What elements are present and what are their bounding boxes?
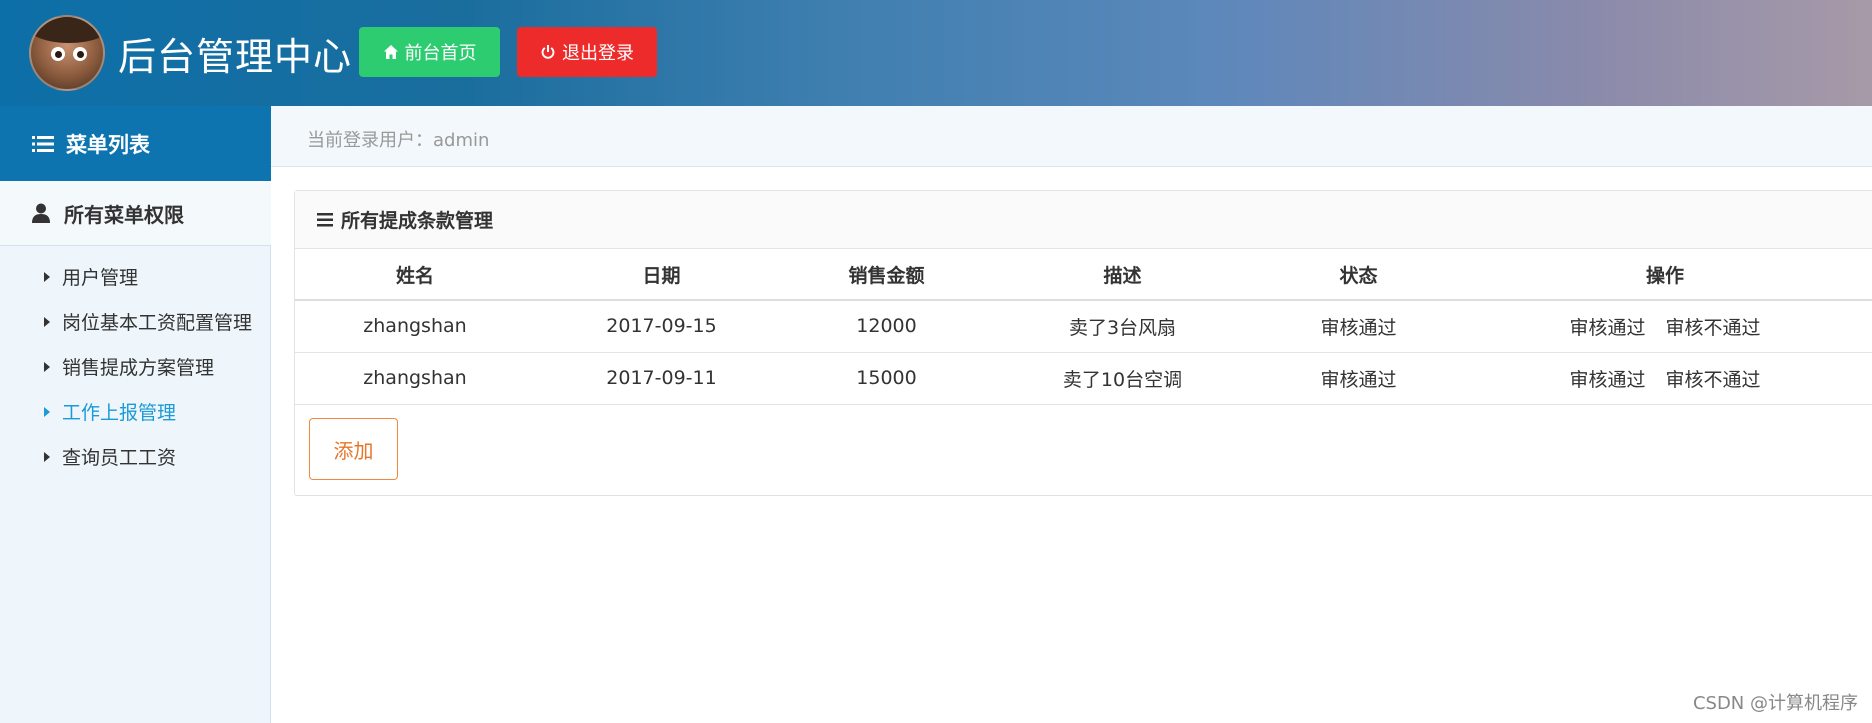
column-header-status: 状态 bbox=[1260, 249, 1457, 301]
column-header-description: 描述 bbox=[985, 249, 1260, 301]
commission-table: 姓名 日期 销售金额 描述 状态 操作 zhangshan 2017-09-15… bbox=[295, 249, 1872, 405]
power-icon bbox=[541, 45, 555, 59]
sidebar-item-user-management[interactable]: 用户管理 bbox=[0, 254, 271, 299]
sidebar-item-commission-plan[interactable]: 销售提成方案管理 bbox=[0, 344, 271, 389]
cell-status: 审核通过 bbox=[1260, 300, 1457, 353]
sidebar-item-label: 用户管理 bbox=[62, 267, 139, 289]
column-header-date: 日期 bbox=[535, 249, 788, 301]
sidebar-item-label: 销售提成方案管理 bbox=[62, 357, 215, 379]
current-user-bar: 当前登录用户：admin bbox=[271, 106, 1872, 167]
cell-amount: 12000 bbox=[788, 300, 985, 353]
home-button[interactable]: 前台首页 bbox=[359, 27, 500, 77]
home-button-label: 前台首页 bbox=[404, 43, 477, 64]
panel-title: 所有提成条款管理 bbox=[341, 210, 494, 232]
reject-link[interactable]: 审核不通过 bbox=[1666, 369, 1761, 391]
watermark: CSDN @计算机程序 bbox=[1692, 693, 1858, 714]
menu-list: 用户管理 岗位基本工资配置管理 销售提成方案管理 工作上报管理 查询员工工资 bbox=[0, 254, 271, 479]
table-header-row: 姓名 日期 销售金额 描述 状态 操作 bbox=[295, 249, 1872, 301]
logout-button[interactable]: 退出登录 bbox=[517, 27, 657, 77]
logout-button-label: 退出登录 bbox=[562, 43, 634, 64]
menu-group-label: 所有菜单权限 bbox=[64, 202, 184, 227]
caret-right-icon bbox=[44, 406, 50, 417]
sidebar-item-work-report[interactable]: 工作上报管理 bbox=[0, 389, 271, 434]
current-user-text: 当前登录用户：admin bbox=[307, 130, 490, 151]
cell-actions: 审核通过 审核不通过 bbox=[1457, 300, 1872, 353]
cell-date: 2017-09-11 bbox=[535, 352, 788, 405]
caret-right-icon bbox=[44, 316, 50, 327]
caret-right-icon bbox=[44, 361, 50, 372]
home-icon bbox=[383, 45, 398, 59]
site-title: 后台管理中心 bbox=[118, 35, 353, 79]
commission-panel: 所有提成条款管理 姓名 日期 销售金额 描述 状态 操作 zhangshan 2… bbox=[294, 190, 1872, 496]
add-button[interactable]: 添加 bbox=[309, 418, 398, 480]
panel-header: 所有提成条款管理 bbox=[295, 191, 1872, 249]
approve-link[interactable]: 审核通过 bbox=[1569, 369, 1645, 391]
cell-status: 审核通过 bbox=[1260, 352, 1457, 405]
cell-description: 卖了10台空调 bbox=[985, 352, 1260, 405]
cell-amount: 15000 bbox=[788, 352, 985, 405]
menu-list-title: 菜单列表 bbox=[66, 132, 150, 157]
caret-right-icon bbox=[44, 451, 50, 462]
caret-right-icon bbox=[44, 271, 50, 282]
table-row: zhangshan 2017-09-15 12000 卖了3台风扇 审核通过 审… bbox=[295, 300, 1872, 353]
menu-list-header: 菜单列表 bbox=[0, 106, 271, 181]
approve-link[interactable]: 审核通过 bbox=[1569, 317, 1645, 339]
reject-link[interactable]: 审核不通过 bbox=[1666, 317, 1761, 339]
cell-name: zhangshan bbox=[295, 352, 535, 405]
sidebar-item-base-salary-config[interactable]: 岗位基本工资配置管理 bbox=[0, 299, 271, 344]
sidebar: 菜单列表 所有菜单权限 用户管理 岗位基本工资配置管理 销售提成方案管理 工作上… bbox=[0, 106, 271, 723]
menu-group-all-permissions[interactable]: 所有菜单权限 bbox=[0, 181, 271, 246]
sidebar-item-query-salary[interactable]: 查询员工工资 bbox=[0, 434, 271, 479]
cell-name: zhangshan bbox=[295, 300, 535, 353]
column-header-actions: 操作 bbox=[1457, 249, 1872, 301]
menu-icon bbox=[317, 212, 333, 226]
table-row: zhangshan 2017-09-11 15000 卖了10台空调 审核通过 … bbox=[295, 352, 1872, 405]
sidebar-item-label: 岗位基本工资配置管理 bbox=[62, 312, 253, 334]
top-header: 后台管理中心 前台首页 退出登录 bbox=[0, 0, 1872, 106]
sidebar-item-label: 工作上报管理 bbox=[62, 402, 177, 424]
cell-description: 卖了3台风扇 bbox=[985, 300, 1260, 353]
cell-actions: 审核通过 审核不通过 bbox=[1457, 352, 1872, 405]
user-icon bbox=[32, 203, 50, 223]
column-header-amount: 销售金额 bbox=[788, 249, 985, 301]
user-avatar bbox=[29, 15, 105, 91]
sidebar-item-label: 查询员工工资 bbox=[62, 447, 177, 469]
list-icon bbox=[32, 135, 54, 152]
cell-date: 2017-09-15 bbox=[535, 300, 788, 353]
column-header-name: 姓名 bbox=[295, 249, 535, 301]
